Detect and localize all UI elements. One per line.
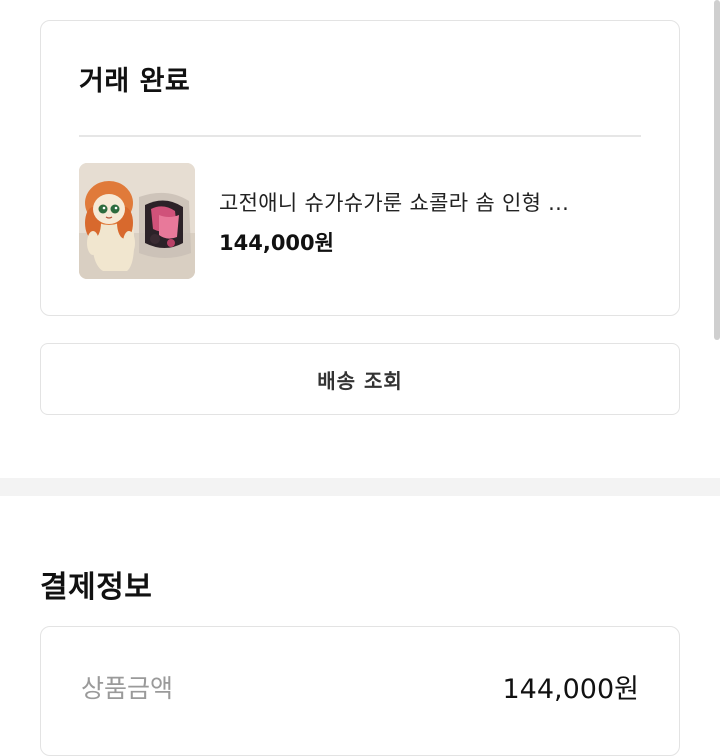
payment-info-card: 상품금액 144,000원 [40,626,680,756]
track-shipping-button[interactable]: 배송 조회 [40,343,680,415]
product-amount-value: 144,000원 [502,674,640,705]
product-amount-label: 상품금액 [81,674,174,703]
plush-doll-photo-icon [79,163,195,279]
order-status-card: 거래 완료 고전애니 슈가슈가룬 쇼콜라 솜 인형 ... 144,000원 [40,20,680,316]
order-status-title: 거래 완료 [79,66,191,97]
product-thumbnail[interactable] [79,163,195,279]
section-divider [0,478,720,496]
payment-section-title: 결제정보 [40,570,153,605]
scrollbar[interactable] [714,0,720,340]
product-price: 144,000원 [219,231,334,255]
card-divider [79,135,641,137]
product-name[interactable]: 고전애니 슈가슈가룬 쇼콜라 솜 인형 ... [219,187,569,217]
